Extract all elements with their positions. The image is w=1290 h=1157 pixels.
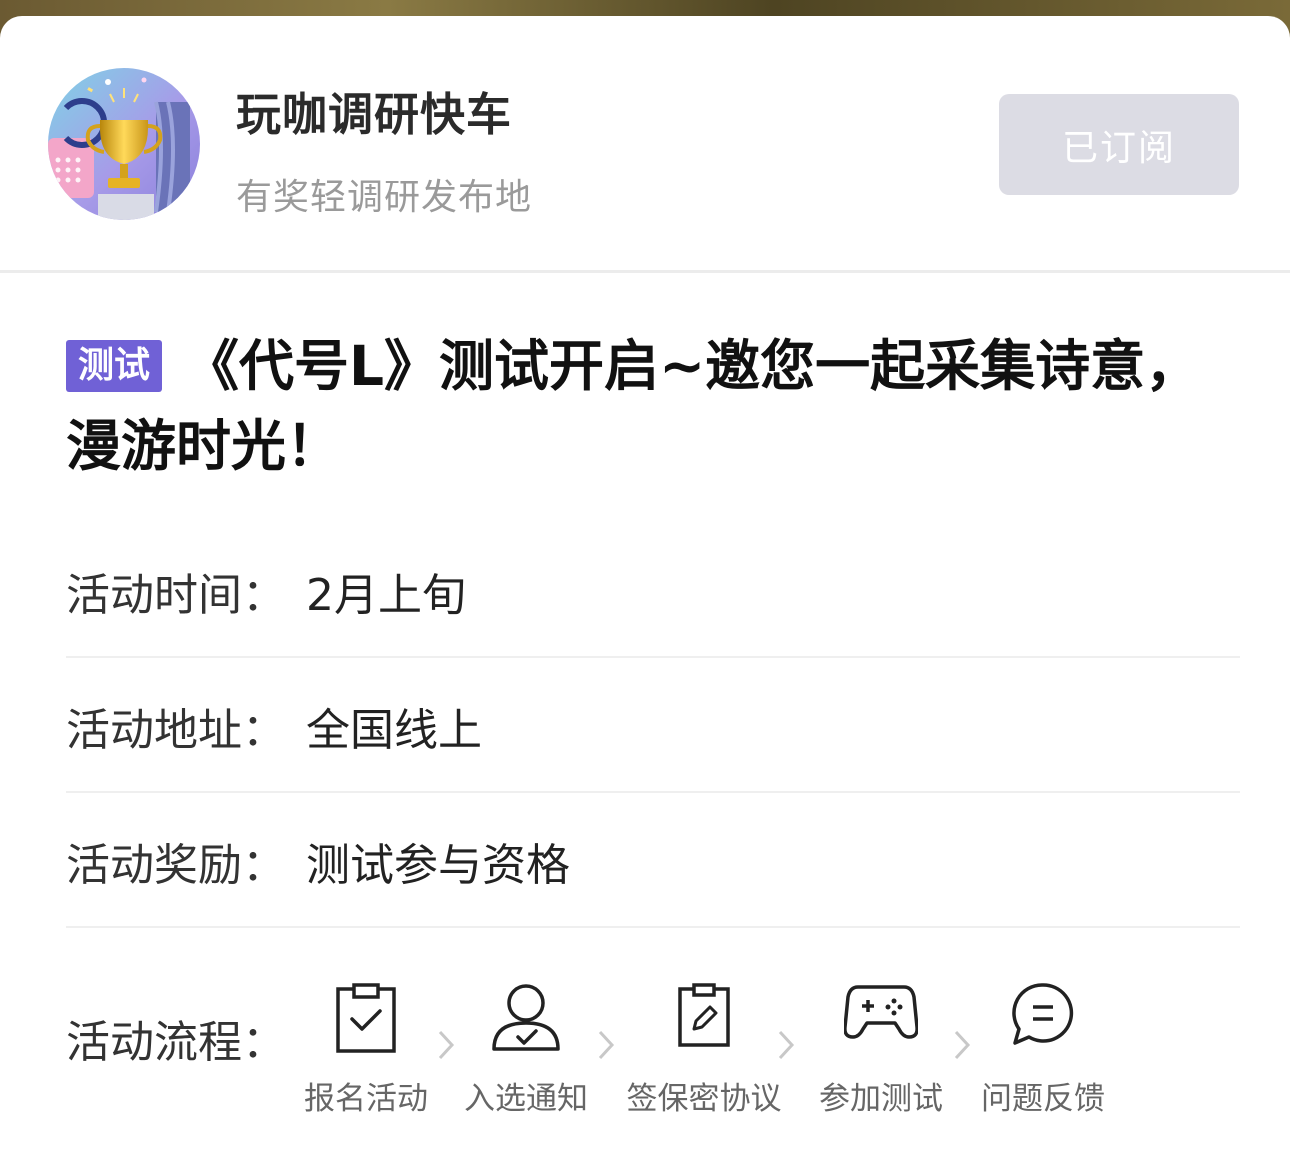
row-divider <box>66 791 1240 793</box>
article-title-block: 测试 《代号L》测试开启~邀您一起采集诗意，漫游时光！ <box>66 326 1226 486</box>
process-step-feedback: 问题反馈 <box>953 981 1133 1131</box>
step-label: 参加测试 <box>819 1081 943 1117</box>
info-row-time: 活动时间： 2月上旬 <box>66 524 1240 658</box>
step-label: 问题反馈 <box>981 1081 1105 1117</box>
process-step-notify: 入选通知 <box>436 981 616 1131</box>
info-label: 活动地址： <box>66 705 286 756</box>
info-row-reward: 活动奖励： 测试参与资格 <box>66 794 1240 928</box>
chevron-right-icon <box>598 1030 615 1060</box>
info-label: 活动奖励： <box>66 840 286 891</box>
step-label: 入选通知 <box>464 1081 588 1117</box>
channel-avatar[interactable] <box>48 68 200 220</box>
channel-description: 有奖轻调研发布地 <box>236 177 533 218</box>
info-row-address: 活动地址： 全国线上 <box>66 659 1240 793</box>
info-value: 测试参与资格 <box>306 840 570 891</box>
header-divider <box>0 270 1290 273</box>
user-check-icon <box>492 984 560 1051</box>
process-label: 活动流程： <box>66 1017 286 1068</box>
process-step-nda: 签保密协议 <box>614 981 794 1131</box>
subscribed-button[interactable]: 已订阅 <box>999 94 1239 195</box>
info-value: 2月上旬 <box>306 570 466 621</box>
step-label: 签保密协议 <box>626 1081 782 1117</box>
article-title: 《代号L》测试开启~邀您一起采集诗意，漫游时光！ <box>66 334 1201 478</box>
category-tag: 测试 <box>66 340 163 392</box>
clipboard-check-icon <box>336 983 396 1053</box>
chat-bubble-icon <box>1012 983 1074 1045</box>
row-divider <box>66 926 1240 928</box>
row-divider <box>66 656 1240 658</box>
channel-card: 玩咖调研快车 有奖轻调研发布地 已订阅 测试 《代号L》测试开启~邀您一起采集诗意… <box>0 16 1290 1157</box>
gamepad-icon <box>844 985 918 1039</box>
step-label: 报名活动 <box>304 1081 428 1117</box>
trophy-avatar-icon <box>48 68 200 220</box>
process-step-test: 参加测试 <box>791 981 971 1131</box>
info-value: 全国线上 <box>306 705 482 756</box>
clipboard-edit-icon <box>678 983 730 1047</box>
info-label: 活动时间： <box>66 570 286 621</box>
process-step-signup: 报名活动 <box>276 981 456 1131</box>
channel-name[interactable]: 玩咖调研快车 <box>236 78 512 143</box>
channel-header: 玩咖调研快车 有奖轻调研发布地 已订阅 <box>0 16 1290 272</box>
